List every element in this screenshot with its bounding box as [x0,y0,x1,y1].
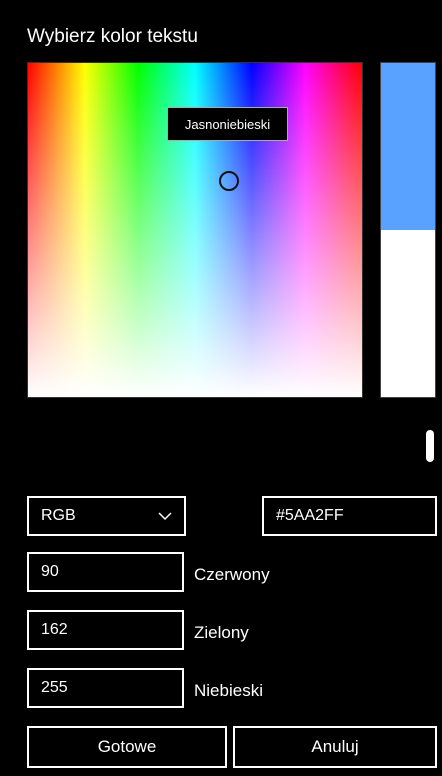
color-name-tooltip: Jasnoniebieski [167,107,288,141]
red-input[interactable]: 90 [27,552,184,592]
done-button[interactable]: Gotowe [27,726,227,768]
red-label: Czerwony [194,565,270,584]
color-selector-handle[interactable] [219,171,239,191]
blue-label: Niebieski [194,681,263,700]
chevron-down-icon [158,512,172,521]
green-label: Zielony [194,623,249,642]
color-mode-value: RGB [41,507,76,524]
green-input[interactable]: 162 [27,610,184,650]
color-preview-swatch [381,63,435,230]
dialog-title: Wybierz kolor tekstu [27,26,198,47]
value-slider[interactable] [380,62,436,398]
scrollbar-thumb[interactable] [426,430,434,462]
blue-input[interactable]: 255 [27,668,184,708]
hex-input[interactable]: #5AA2FF [262,496,437,536]
color-mode-dropdown[interactable]: RGB [27,496,186,536]
cancel-button[interactable]: Anuluj [233,726,437,768]
